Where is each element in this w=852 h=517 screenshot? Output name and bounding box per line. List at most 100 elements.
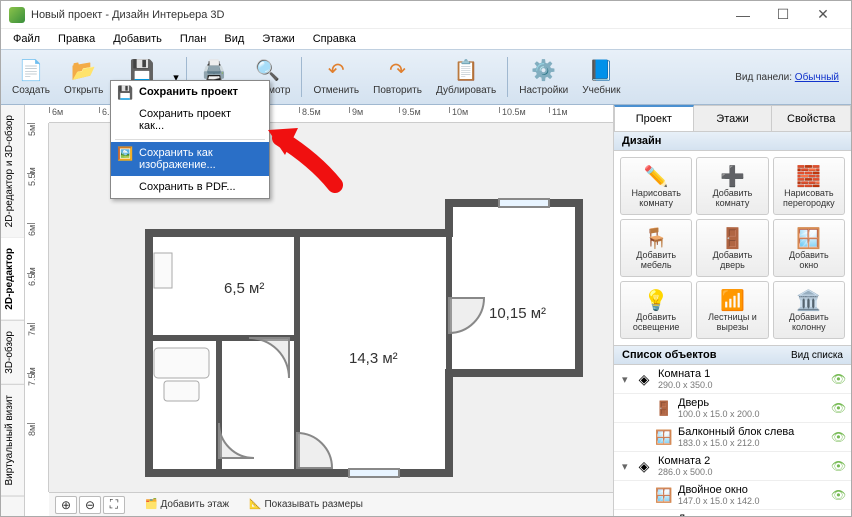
redo-button[interactable]: ↷Повторить <box>366 52 429 102</box>
menu-file[interactable]: Файл <box>5 31 48 47</box>
object-row-2[interactable]: 🪟Балконный блок слева183.0 x 15.0 x 212.… <box>614 423 851 452</box>
show-sizes-button[interactable]: 📐Показывать размеры <box>249 499 363 510</box>
tab-2d3d[interactable]: 2D-редактор и 3D-обзор <box>1 105 24 238</box>
object-row-1[interactable]: 🚪Дверь100.0 x 15.0 x 200.0👁 <box>614 394 851 423</box>
window-title: Новый проект - Дизайн Интерьера 3D <box>31 9 723 21</box>
design-icon: 🪟 <box>796 225 821 251</box>
design-cell-2[interactable]: 🧱Нарисоватьперегородку <box>773 157 845 215</box>
object-icon: 🚪 <box>654 398 674 418</box>
separator <box>507 57 508 97</box>
save-icon: 💾 <box>117 85 133 101</box>
tab-2d-editor[interactable]: 2D-редактор <box>1 238 24 321</box>
objects-header: Список объектов Вид списка <box>614 345 851 365</box>
add-floor-button[interactable]: 🗂️Добавить этаж <box>145 499 229 510</box>
menu-save-project-as[interactable]: Сохранить проект как... <box>111 103 269 137</box>
menu-view[interactable]: Вид <box>216 31 252 47</box>
object-icon: ◈ <box>634 369 654 389</box>
design-cell-6[interactable]: 💡Добавитьосвещение <box>620 281 692 339</box>
duplicate-button[interactable]: 📋Дублировать <box>429 52 503 102</box>
undo-icon: ↶ <box>324 59 348 83</box>
right-panel: Проект Этажи Свойства Дизайн ✏️Нарисоват… <box>613 105 851 516</box>
gear-icon: ⚙️ <box>532 59 556 83</box>
object-list: ▾◈Комната 1290.0 x 350.0👁🚪Дверь100.0 x 1… <box>614 365 851 516</box>
zoom-out-button[interactable]: ⊖ <box>79 496 101 514</box>
design-cell-0[interactable]: ✏️Нарисоватькомнату <box>620 157 692 215</box>
design-icon: 🏛️ <box>796 287 821 313</box>
open-button[interactable]: 📂Открыть <box>57 52 110 102</box>
object-row-3[interactable]: ▾◈Комната 2286.0 x 500.0👁 <box>614 452 851 481</box>
layers-icon: 🗂️ <box>145 499 157 510</box>
room2-area: 14,3 м² <box>349 350 398 367</box>
design-icon: 🧱 <box>796 163 821 189</box>
visibility-icon[interactable]: 👁 <box>831 401 847 415</box>
separator <box>115 139 265 140</box>
visibility-icon[interactable]: 👁 <box>831 488 847 502</box>
object-row-0[interactable]: ▾◈Комната 1290.0 x 350.0👁 <box>614 365 851 394</box>
maximize-button[interactable]: ☐ <box>763 1 803 29</box>
object-icon: 🪟 <box>654 427 674 447</box>
design-icon: 📶 <box>720 287 745 313</box>
duplicate-icon: 📋 <box>454 59 478 83</box>
design-icon: 💡 <box>644 287 669 313</box>
expand-icon[interactable]: ▾ <box>622 373 634 386</box>
menu-save-project[interactable]: 💾Сохранить проект <box>111 81 269 103</box>
menu-save-as-image[interactable]: 🖼️Сохранить как изображение... <box>111 142 269 176</box>
visibility-icon[interactable]: 👁 <box>831 430 847 444</box>
object-row-4[interactable]: 🪟Двойное окно147.0 x 15.0 x 142.0👁 <box>614 481 851 510</box>
menu-floors[interactable]: Этажи <box>254 31 302 47</box>
minimize-button[interactable]: — <box>723 1 763 29</box>
design-cell-8[interactable]: 🏛️Добавитьколонну <box>773 281 845 339</box>
right-tabs: Проект Этажи Свойства <box>614 105 851 131</box>
tab-properties[interactable]: Свойства <box>772 105 851 131</box>
object-row-5[interactable]: 🚪Дверь100.0 x 15.0 x 200.0👁 <box>614 510 851 516</box>
expand-icon[interactable]: ▾ <box>622 460 634 473</box>
tab-3d-view[interactable]: 3D-обзор <box>1 321 24 385</box>
room1-area: 6,5 м² <box>224 280 264 297</box>
menu-plan[interactable]: План <box>172 31 215 47</box>
side-tabs: 2D-редактор и 3D-обзор 2D-редактор 3D-об… <box>1 105 25 516</box>
design-cell-5[interactable]: 🪟Добавитьокно <box>773 219 845 277</box>
menu-edit[interactable]: Правка <box>50 31 103 47</box>
menu-add[interactable]: Добавить <box>105 31 170 47</box>
undo-button[interactable]: ↶Отменить <box>306 52 366 102</box>
printer-icon: 🖨️ <box>202 59 226 83</box>
object-icon: 🪟 <box>654 485 674 505</box>
design-icon: 🪑 <box>644 225 669 251</box>
settings-button[interactable]: ⚙️Настройки <box>512 52 575 102</box>
tab-floors[interactable]: Этажи <box>694 105 773 131</box>
bottom-toolbar: ⊕ ⊖ ⛶ 🗂️Добавить этаж 📐Показывать размер… <box>49 492 613 516</box>
design-cell-3[interactable]: 🪑Добавитьмебель <box>620 219 692 277</box>
zoom-in-button[interactable]: ⊕ <box>55 496 77 514</box>
create-button[interactable]: 📄Создать <box>5 52 57 102</box>
vertical-ruler: 5м 5.5м 6м 6.5м 7м 7.5м 8м <box>25 123 49 492</box>
app-icon <box>9 7 25 23</box>
tab-virtual-visit[interactable]: Виртуальный визит <box>1 385 24 497</box>
view-mode-link[interactable]: Обычный <box>795 72 839 83</box>
view-mode: Вид панели: Обычный <box>735 72 839 83</box>
room3-area: 10,15 м² <box>489 305 546 322</box>
design-icon: ➕ <box>720 163 745 189</box>
menubar: Файл Правка Добавить План Вид Этажи Спра… <box>1 29 851 49</box>
design-icon: 🚪 <box>720 225 745 251</box>
design-grid: ✏️Нарисоватькомнату➕Добавитькомнату🧱Нари… <box>614 151 851 345</box>
menu-help[interactable]: Справка <box>305 31 364 47</box>
list-view-toggle[interactable]: Вид списка <box>791 350 843 361</box>
visibility-icon[interactable]: 👁 <box>831 459 847 473</box>
design-cell-4[interactable]: 🚪Добавитьдверь <box>696 219 768 277</box>
close-button[interactable]: ✕ <box>803 1 843 29</box>
help-button[interactable]: 📘Учебник <box>575 52 627 102</box>
titlebar: Новый проект - Дизайн Интерьера 3D — ☐ ✕ <box>1 1 851 29</box>
design-cell-1[interactable]: ➕Добавитькомнату <box>696 157 768 215</box>
visibility-icon[interactable]: 👁 <box>831 372 847 386</box>
tab-project[interactable]: Проект <box>614 105 694 131</box>
design-icon: ✏️ <box>644 163 669 189</box>
book-icon: 📘 <box>589 59 613 83</box>
new-file-icon: 📄 <box>19 59 43 83</box>
image-icon: 🖼️ <box>117 146 133 162</box>
save-icon: 💾 <box>130 59 154 83</box>
object-icon: ◈ <box>634 456 654 476</box>
design-cell-7[interactable]: 📶Лестницы ивырезы <box>696 281 768 339</box>
menu-save-pdf[interactable]: Сохранить в PDF... <box>111 176 269 198</box>
redo-icon: ↷ <box>386 59 410 83</box>
zoom-fit-button[interactable]: ⛶ <box>103 496 125 514</box>
